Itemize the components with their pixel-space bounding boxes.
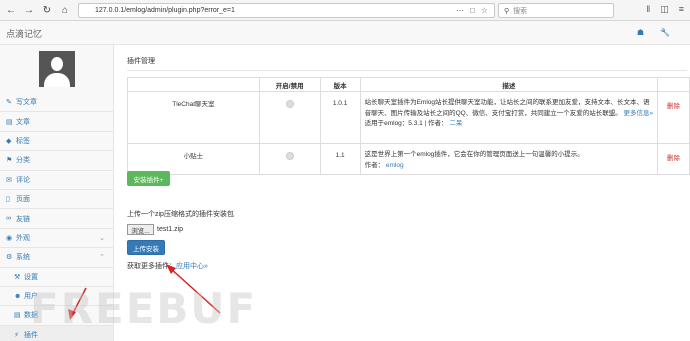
plugin-meta: 适用于emlog：5.3.1 | 作者： [364,120,448,127]
menu-dots-icon[interactable]: ⋯ [456,6,464,15]
bookmark-star-icon[interactable]: ☆ [481,6,488,15]
upload-hint: 上传一个zip压缩格式的插件安装包 [127,211,234,218]
column-header: 版本 [319,77,361,92]
author-link[interactable]: 二呆 [449,120,462,127]
sidebar-item-comments[interactable]: ✉ 评论 [0,171,113,190]
table-header-row: 开启/禁用 版本 描述 [127,77,690,92]
user-icon: ☻ [14,292,22,300]
shield-icon[interactable]: □ [470,6,475,15]
plugin-meta: 作者： [364,161,385,169]
sidebar-item-categories[interactable]: ⚑ 分类 [0,151,113,171]
sidebar-item-system[interactable]: ⚙ 系统 ⌃ [0,248,113,268]
search-placeholder: 搜索 [513,7,528,15]
browser-toolbar: ← → ↻ ⌂ 127.0.0.1/emlog/admin/plugin.php… [0,0,690,21]
table-row: TleChat聊天室 1.0.1 站长聊天室插件为Emlog站长提供聊天室功能，… [127,91,690,144]
selected-file-name: test1.zip [157,226,184,233]
wrench-icon: ⚒ [14,273,21,281]
plugin-toggle[interactable] [258,91,321,144]
link-icon: ∞ [6,215,11,223]
delete-link[interactable]: 删除 [657,143,690,175]
plugin-toggle[interactable] [258,143,321,175]
site-brand[interactable]: 点滴记忆 [6,27,42,40]
more-plugins: 获取更多插件：应用中心» [127,261,208,271]
tag-icon: ◆ [6,137,12,145]
column-header: 描述 [359,77,659,92]
plugin-version: 1.1 [319,143,361,175]
sidebar-item-tags[interactable]: ◆ 标签 [0,132,113,152]
library-icon[interactable]: ‖ [647,4,651,15]
author-link[interactable]: emlog [386,162,404,169]
home-icon[interactable]: ☗ [637,28,644,37]
plugin-description: 站长聊天室插件为Emlog站长提供聊天室功能，让站长之间的联系更加友爱，支持文本… [359,91,659,144]
page-icon: ▯ [6,196,10,204]
table-row: 小贴士 1.1 这是世界上第一个emlog插件，它会在你的管理页面送上一句温馨的… [127,143,690,175]
plugin-table: 开启/禁用 版本 描述 TleChat聊天室 1.0.1 站长聊天室插件为Eml… [127,77,690,175]
sidebar-item-label: 分类 [16,157,30,165]
plug-icon: ⚡ [14,331,19,339]
search-icon: ⚲ [504,7,510,15]
avatar[interactable] [39,51,75,87]
description-text: 站长聊天室插件为Emlog站长提供聊天室功能，让站长之间的联系更加友爱，支持文本… [364,99,650,117]
chevron-down-icon: ⌄ [99,234,105,242]
sidebar-item-label: 写文章 [16,99,37,107]
divider [127,70,687,71]
sidebar-toggle-icon[interactable]: ◫ [660,4,669,15]
sidebar-item-label: 外观 [16,234,30,242]
sidebar-item-articles[interactable]: ▤ 文章 [0,112,113,132]
sidebar-item-label: 友链 [16,215,30,223]
comment-icon: ✉ [6,176,12,184]
file-icon: ▤ [6,118,13,126]
sidebar-item-label: 文章 [16,118,30,126]
app-header: 点滴记忆 ☗ 🔧 [0,21,690,45]
back-icon[interactable]: ← [4,3,18,17]
sidebar-item-label: 设置 [24,273,38,281]
wrench-icon[interactable]: 🔧 [660,28,670,37]
sidebar-item-appearance[interactable]: ◉ 外观 ⌄ [0,229,113,249]
column-header: 开启/禁用 [258,77,321,92]
sidebar-item-links[interactable]: ∞ 友链 [0,209,113,229]
sidebar-item-label: 系统 [16,254,30,262]
url-bar[interactable]: 127.0.0.1/emlog/admin/plugin.php?error_e… [78,3,495,18]
plugin-name: 小贴士 [127,143,260,175]
gear-icon: ⚙ [6,254,13,262]
description-text: 这是世界上第一个emlog插件，它会在你的管理页面送上一句温馨的小提示。 [364,151,584,158]
plugin-version: 1.0.1 [319,91,361,144]
page-title: 插件管理 [127,58,155,65]
plugin-name: TleChat聊天室 [127,91,260,144]
plugin-description: 这是世界上第一个emlog插件，它会在你的管理页面送上一句温馨的小提示。 作者：… [359,143,659,175]
database-icon: ▤ [14,312,21,320]
home-icon[interactable]: ⌂ [58,3,72,17]
delete-link[interactable]: 删除 [657,91,690,144]
flag-icon: ⚑ [6,157,13,165]
app-center-link[interactable]: 应用中心» [176,263,208,270]
sidebar-item-write[interactable]: ✎ 写文章 [0,93,113,113]
forward-icon[interactable]: → [22,3,36,17]
upload-install-button[interactable]: 上传安装 [127,240,165,255]
chevron-up-icon: ⌃ [99,254,105,262]
toggle-off-icon[interactable] [285,100,294,108]
column-header [657,77,690,92]
install-plugin-button[interactable]: 安装插件+ [127,171,170,186]
reload-icon[interactable]: ↻ [40,3,54,17]
hamburger-menu-icon[interactable]: ≡ [679,4,684,15]
browse-button[interactable]: 浏览... [127,224,154,235]
url-text: 127.0.0.1/emlog/admin/plugin.php?error_e… [95,7,235,14]
search-input[interactable]: ⚲ 搜索 [498,3,614,18]
sidebar-item-label: 标签 [16,137,30,145]
toggle-off-icon[interactable] [285,152,294,160]
column-header [127,77,260,92]
eye-icon: ◉ [6,234,13,242]
sidebar-item-pages[interactable]: ▯ 页面 [0,190,113,210]
more-plugins-label: 获取更多插件： [127,263,176,270]
more-info-link[interactable]: 更多信息» [624,110,654,117]
sidebar-item-label: 评论 [16,176,30,184]
watermark-logo: FREEBUF [30,284,258,333]
pencil-icon: ✎ [6,99,12,107]
sidebar-item-label: 页面 [16,196,30,204]
